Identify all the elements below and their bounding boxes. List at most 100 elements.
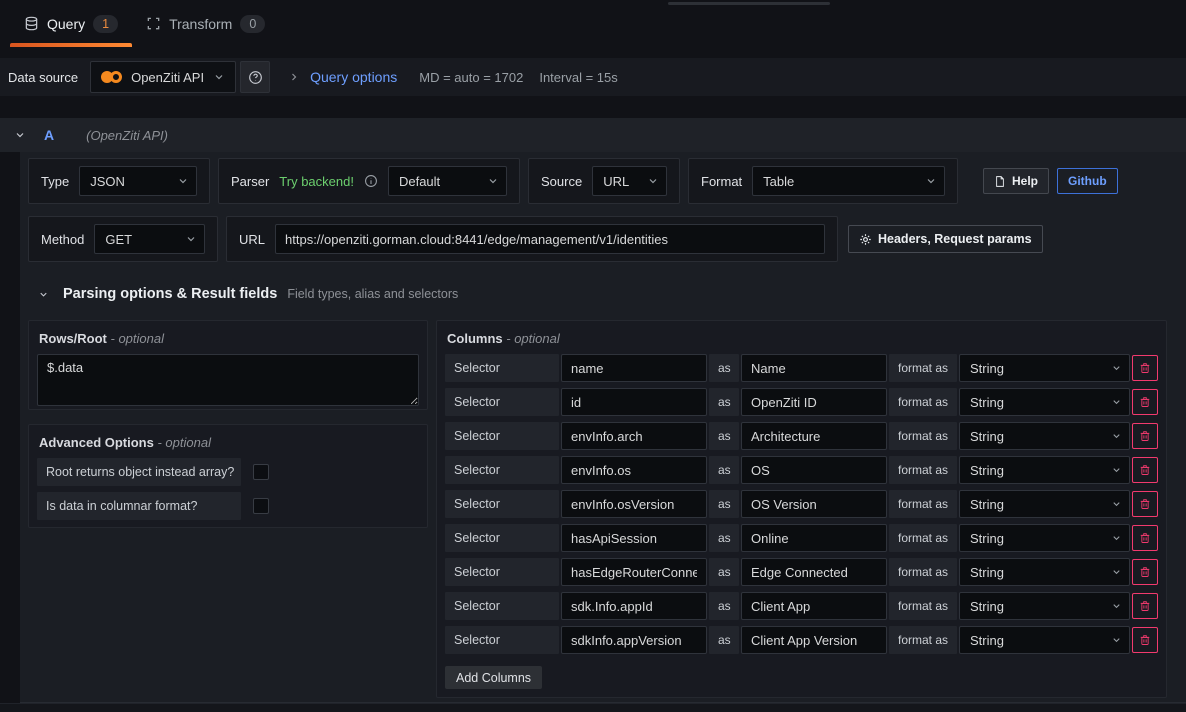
column-format-select[interactable]: String (959, 626, 1130, 654)
datasource-name: OpenZiti API (131, 70, 205, 85)
column-format-select[interactable]: String (959, 354, 1130, 382)
columns-title: Columns - optional (447, 331, 1158, 346)
source-label: Source (541, 174, 582, 189)
headers-request-params-button[interactable]: Headers, Request params (848, 225, 1043, 253)
chevron-down-icon (185, 233, 197, 245)
method-select[interactable]: GET (94, 224, 205, 254)
trash-icon (1139, 362, 1151, 374)
column-selector-input[interactable] (561, 456, 707, 484)
format-select[interactable]: Table (752, 166, 945, 196)
column-alias-input[interactable] (741, 626, 887, 654)
column-alias-input[interactable] (741, 456, 887, 484)
panel-resize-handle[interactable] (668, 2, 830, 5)
bottom-divider (0, 703, 1186, 712)
format-value: String (970, 395, 1004, 410)
delete-column-button[interactable] (1132, 389, 1158, 415)
chevron-down-icon (1111, 465, 1122, 476)
parsing-section-subtitle: Field types, alias and selectors (287, 287, 458, 301)
advanced-option-row: Root returns object instead array? (37, 458, 419, 486)
delete-column-button[interactable] (1132, 593, 1158, 619)
column-selector-input[interactable] (561, 422, 707, 450)
column-alias-input[interactable] (741, 388, 887, 416)
trash-icon (1139, 464, 1151, 476)
column-format-select[interactable]: String (959, 422, 1130, 450)
tab-query[interactable]: Query 1 (10, 0, 132, 47)
column-alias-input[interactable] (741, 490, 887, 518)
delete-column-button[interactable] (1132, 559, 1158, 585)
gear-icon (859, 233, 872, 246)
query-row-header[interactable]: A (OpenZiti API) (0, 118, 1186, 152)
delete-column-button[interactable] (1132, 457, 1158, 483)
parser-fieldbox: Parser Try backend! Default (218, 158, 520, 204)
query-ref-id: A (44, 127, 54, 143)
column-format-select[interactable]: String (959, 456, 1130, 484)
tab-transform-label: Transform (169, 16, 232, 32)
format-as-label: format as (889, 626, 957, 654)
chevron-down-icon (1111, 601, 1122, 612)
info-circle-icon (364, 174, 378, 188)
column-format-select[interactable]: String (959, 388, 1130, 416)
source-select[interactable]: URL (592, 166, 667, 196)
url-input[interactable] (275, 224, 825, 254)
delete-column-button[interactable] (1132, 491, 1158, 517)
parser-label: Parser (231, 174, 269, 189)
column-alias-input[interactable] (741, 354, 887, 382)
format-value: String (970, 497, 1004, 512)
column-format-select[interactable]: String (959, 490, 1130, 518)
chevron-down-icon (925, 175, 937, 187)
columnar-format-checkbox[interactable] (253, 498, 269, 514)
column-selector-input[interactable] (561, 354, 707, 382)
column-selector-input[interactable] (561, 388, 707, 416)
selector-label: Selector (445, 422, 559, 450)
delete-column-button[interactable] (1132, 525, 1158, 551)
chevron-down-icon (38, 289, 49, 300)
advanced-options-panel: Advanced Options - optional Root returns… (28, 424, 428, 528)
datasource-picker[interactable]: OpenZiti API (90, 61, 236, 93)
tab-transform-count-badge: 0 (240, 15, 265, 33)
parser-select[interactable]: Default (388, 166, 507, 196)
add-columns-button[interactable]: Add Columns (445, 666, 542, 689)
column-selector-input[interactable] (561, 626, 707, 654)
column-selector-input[interactable] (561, 558, 707, 586)
datasource-help-button[interactable] (240, 61, 270, 93)
format-value: Table (763, 174, 794, 189)
chevron-down-icon (1111, 363, 1122, 374)
url-label: URL (239, 232, 265, 247)
delete-column-button[interactable] (1132, 355, 1158, 381)
column-selector-input[interactable] (561, 592, 707, 620)
column-selector-input[interactable] (561, 524, 707, 552)
query-options-link[interactable]: Query options (310, 69, 397, 85)
tab-transform[interactable]: Transform 0 (132, 0, 279, 47)
rows-root-input[interactable]: $.data (37, 354, 419, 406)
interval-text: Interval = 15s (539, 70, 617, 85)
chevron-down-icon (647, 175, 659, 187)
chevron-right-icon (288, 71, 300, 83)
delete-column-button[interactable] (1132, 627, 1158, 653)
column-alias-input[interactable] (741, 592, 887, 620)
trash-icon (1139, 430, 1151, 442)
format-value: String (970, 361, 1004, 376)
type-select[interactable]: JSON (79, 166, 197, 196)
root-returns-object-checkbox[interactable] (253, 464, 269, 480)
column-row: Selector as format as String (445, 626, 1158, 654)
column-alias-input[interactable] (741, 558, 887, 586)
chevron-down-icon (213, 71, 225, 83)
github-button[interactable]: Github (1057, 168, 1118, 194)
selector-label: Selector (445, 490, 559, 518)
column-format-select[interactable]: String (959, 558, 1130, 586)
column-alias-input[interactable] (741, 422, 887, 450)
tab-query-count-badge: 1 (93, 15, 118, 33)
root-returns-object-label: Root returns object instead array? (37, 458, 241, 486)
column-row: Selector as format as String (445, 592, 1158, 620)
help-button[interactable]: Help (983, 168, 1049, 194)
column-alias-input[interactable] (741, 524, 887, 552)
parsing-options-section-header[interactable]: Parsing options & Result fields Field ty… (28, 282, 1166, 306)
column-selector-input[interactable] (561, 490, 707, 518)
type-label: Type (41, 174, 69, 189)
trash-icon (1139, 566, 1151, 578)
advanced-options-title: Advanced Options - optional (39, 435, 419, 450)
delete-column-button[interactable] (1132, 423, 1158, 449)
column-format-select[interactable]: String (959, 524, 1130, 552)
column-format-select[interactable]: String (959, 592, 1130, 620)
datasource-label: Data source (8, 70, 78, 85)
